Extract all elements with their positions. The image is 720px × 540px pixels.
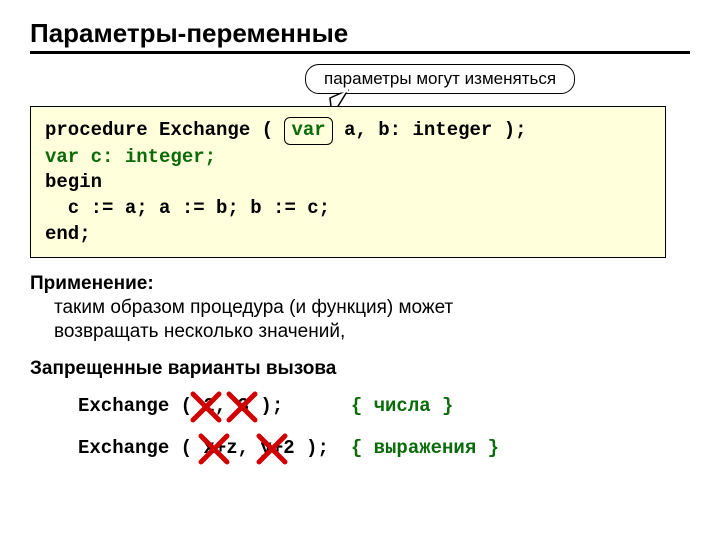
forbidden-line-2: Exchange ( x+z, y+2 ); { выражения } [30, 431, 690, 465]
forbidden-comment-2: { выражения } [351, 437, 499, 459]
forbidden-code-2: Exchange ( x+z, y+2 ); [78, 437, 329, 459]
forbidden-comment-1: { числа } [351, 395, 454, 417]
forbidden-gap-1 [289, 395, 346, 417]
var-highlight: var [284, 117, 332, 145]
code-line-5: end; [45, 222, 651, 248]
forbidden-heading: Запрещенные варианты вызова [30, 357, 690, 381]
code-box: procedure Exchange ( var a, b: integer )… [30, 106, 666, 258]
usage-text-2: возвращать несколько значений, [30, 320, 690, 344]
code-line-3: begin [45, 170, 651, 196]
code-line-2: var c: integer; [45, 145, 651, 171]
code-line-4: c := a; a := b; b := c; [45, 196, 651, 222]
page-title: Параметры-переменные [30, 18, 690, 49]
forbidden-line-1: Exchange ( 2, 3 ); { числа } [30, 389, 690, 423]
forbidden-gap-2 [334, 437, 345, 459]
forbidden-code-1: Exchange ( 2, 3 ); [78, 395, 283, 417]
usage-text-1: таким образом процедура (и функция) може… [30, 296, 690, 320]
forbidden-section: Запрещенные варианты вызова Exchange ( 2… [30, 357, 690, 465]
usage-section: Применение: таким образом процедура (и ф… [30, 272, 690, 343]
code-line-1: procedure Exchange ( var a, b: integer )… [45, 117, 651, 145]
usage-heading: Применение: [30, 272, 690, 296]
